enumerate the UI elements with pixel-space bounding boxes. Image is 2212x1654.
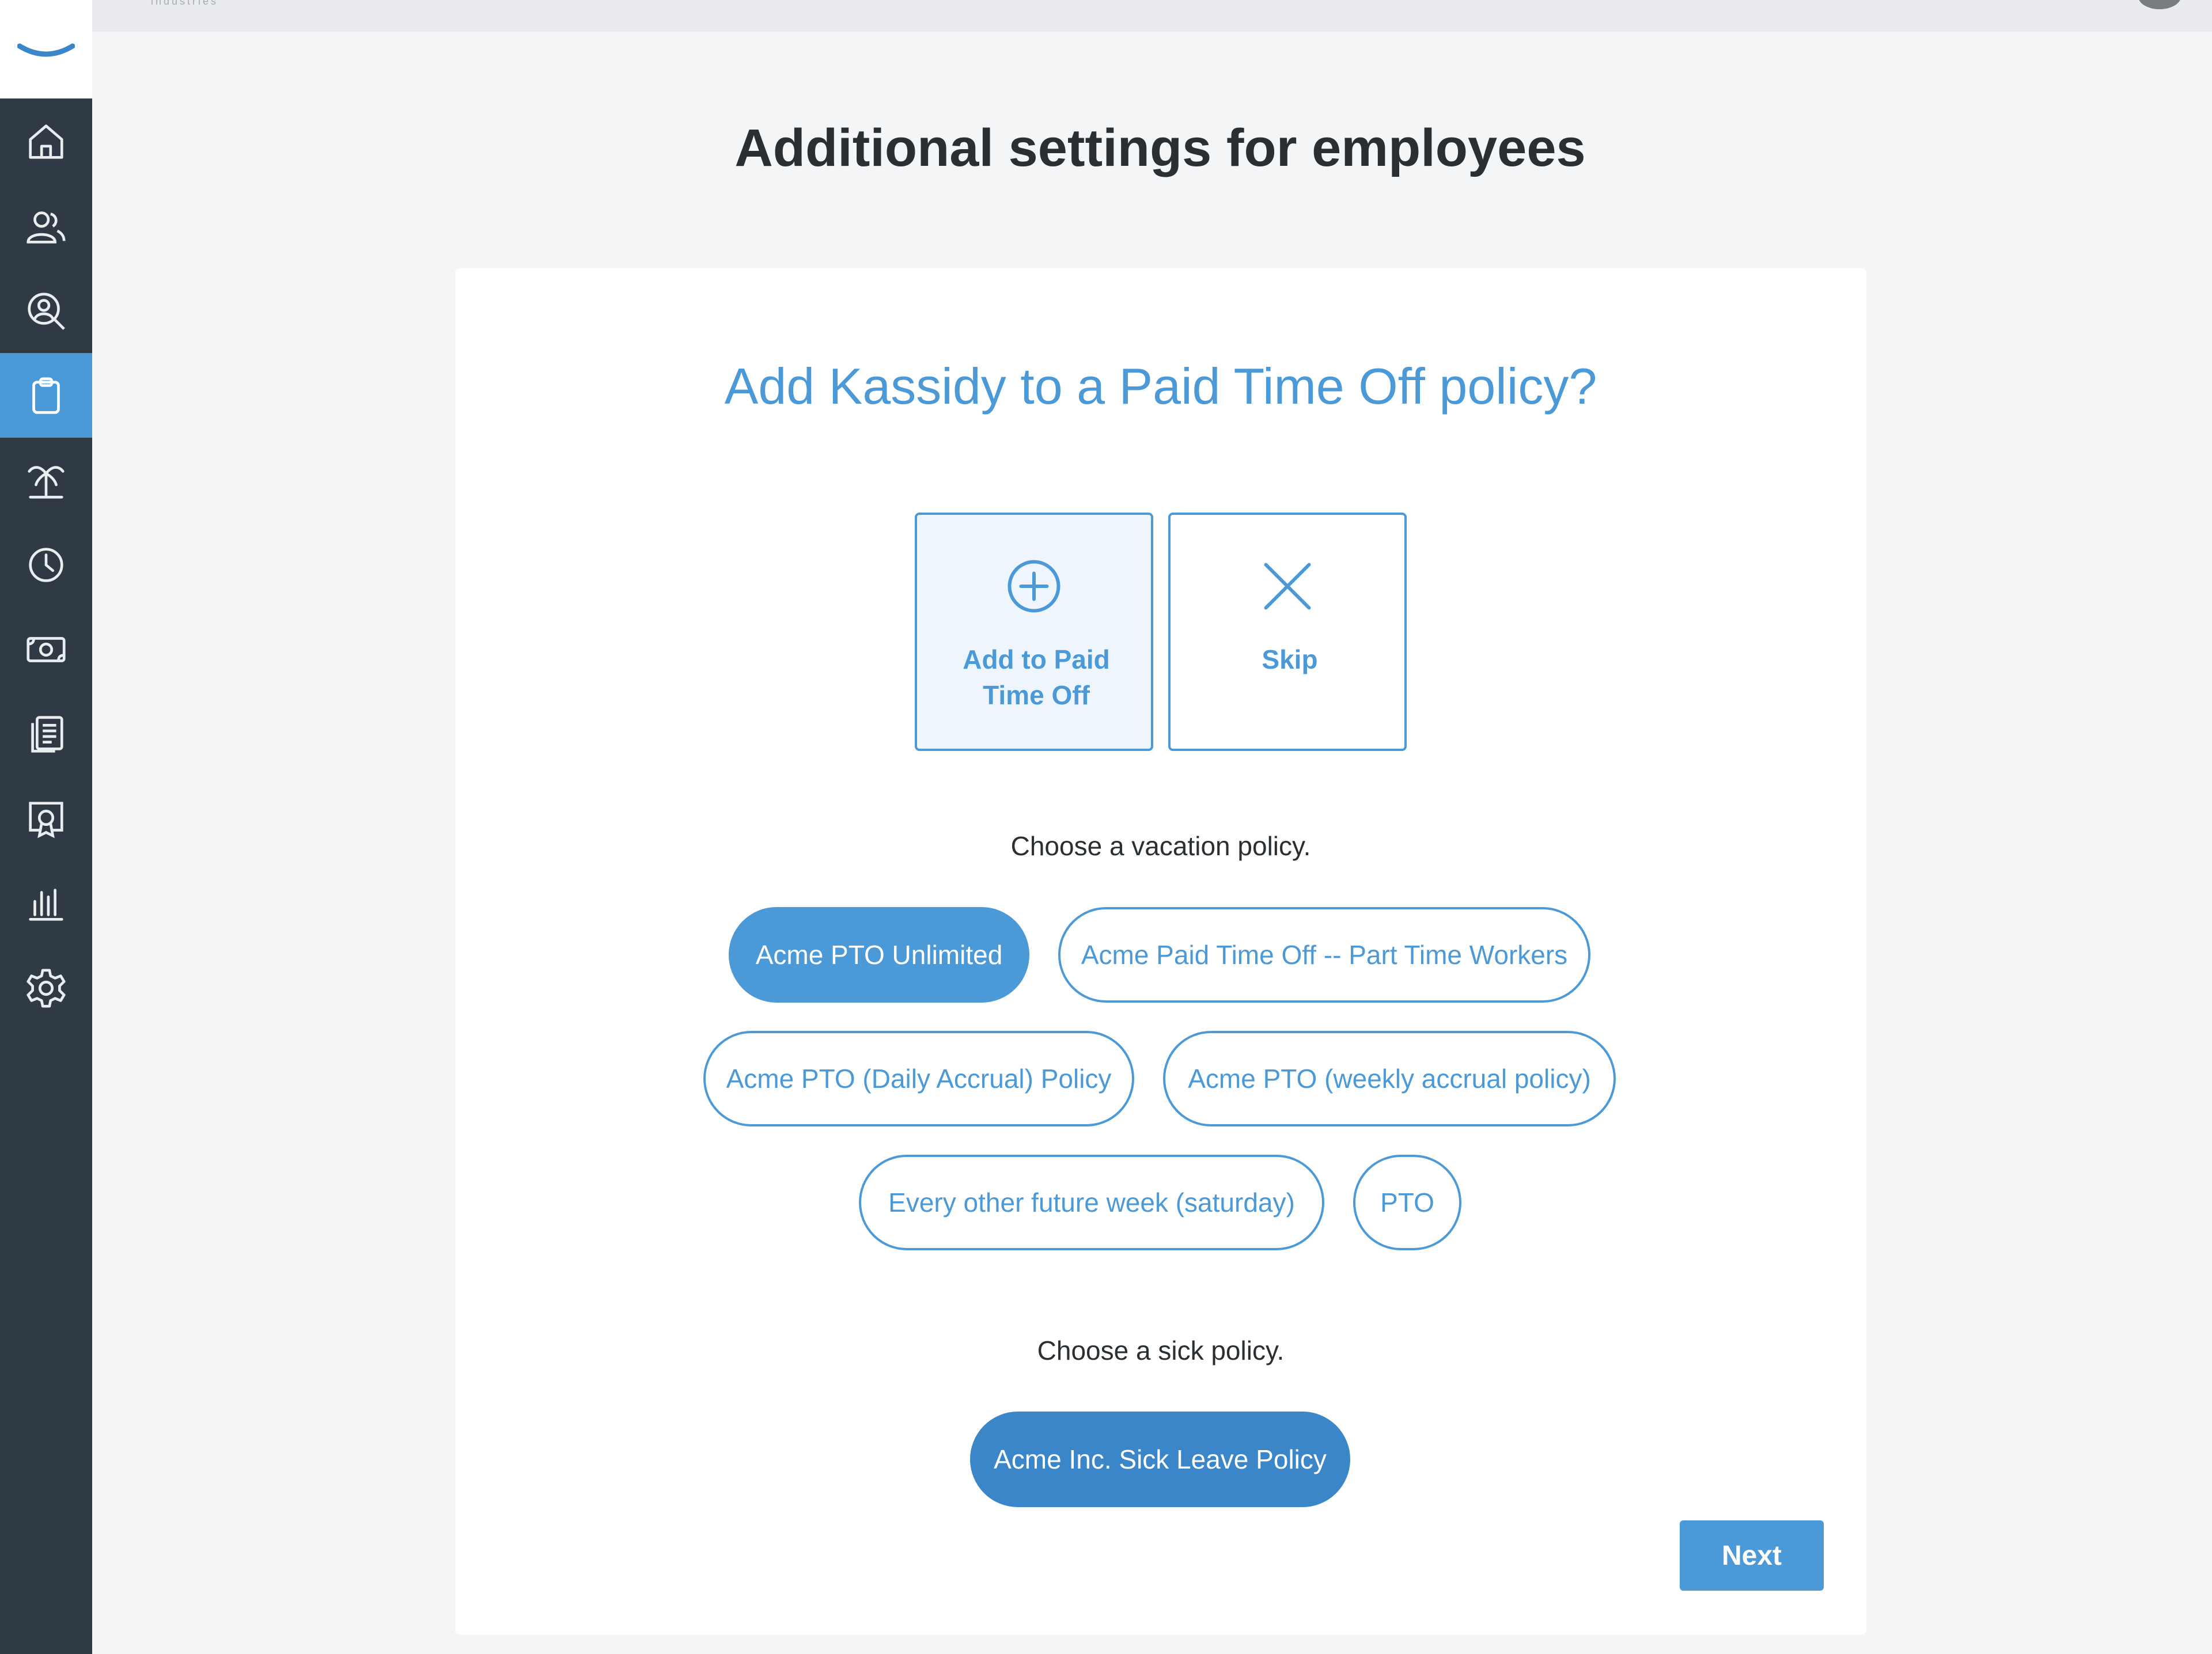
clock-icon xyxy=(29,547,63,582)
sick-policy-prompt: Choose a sick policy. xyxy=(1037,1336,1285,1365)
sidebar-item-settings[interactable] xyxy=(0,946,92,1030)
bar-chart-icon xyxy=(29,888,63,921)
skip-label: Skip xyxy=(1262,644,1318,674)
vacation-policy-option[interactable]: Acme PTO (weekly accrual policy) xyxy=(1163,1031,1616,1126)
sidebar-item-reports[interactable] xyxy=(0,861,92,946)
skip-button[interactable]: Skip xyxy=(1168,513,1407,751)
add-to-pto-button[interactable]: Add to Paid Time Off xyxy=(915,513,1153,751)
certificate-icon xyxy=(29,801,63,838)
close-icon xyxy=(1264,563,1311,610)
smile-logo-icon xyxy=(17,43,75,56)
vacation-policy-option[interactable]: PTO xyxy=(1353,1155,1461,1250)
vacation-policy-option[interactable]: Acme PTO Unlimited xyxy=(729,907,1029,1003)
next-button[interactable]: Next xyxy=(1680,1520,1824,1591)
sick-policy-option[interactable]: Acme Inc. Sick Leave Policy xyxy=(970,1412,1350,1507)
sidebar-item-people[interactable] xyxy=(0,184,92,268)
app-logo[interactable] xyxy=(0,0,92,98)
sidebar-item-time[interactable] xyxy=(0,522,92,607)
sidebar-item-clipboard[interactable] xyxy=(0,353,92,438)
sidebar-item-time-off[interactable] xyxy=(0,438,92,522)
vacation-policy-option[interactable]: Acme Paid Time Off -- Part Time Workers xyxy=(1058,907,1590,1003)
sidebar-item-certificates[interactable] xyxy=(0,776,92,861)
top-bar: industries xyxy=(92,0,2212,32)
vacation-policy-option[interactable]: Every other future week (saturday) xyxy=(859,1155,1324,1250)
clipboard-icon xyxy=(32,377,60,414)
plus-circle-icon xyxy=(1007,560,1060,613)
search-person-icon xyxy=(28,292,65,330)
sidebar-item-home[interactable] xyxy=(0,99,92,184)
sidebar-item-payroll[interactable] xyxy=(0,607,92,692)
people-icon xyxy=(26,211,66,244)
vacation-policy-prompt: Choose a vacation policy. xyxy=(1010,831,1311,861)
gear-icon xyxy=(26,968,66,1008)
brand-text: industries xyxy=(151,0,219,7)
add-to-pto-label: Add to Paid Time Off xyxy=(963,644,1110,710)
sidebar xyxy=(0,0,92,1654)
money-icon xyxy=(26,636,66,662)
vacation-policy-option[interactable]: Acme PTO (Daily Accrual) Policy xyxy=(703,1031,1134,1126)
pto-question: Add Kassidy to a Paid Time Off policy? xyxy=(724,358,1597,415)
home-icon xyxy=(29,124,63,159)
avatar[interactable] xyxy=(2138,0,2181,9)
sidebar-item-search-people[interactable] xyxy=(0,268,92,353)
pto-card: Add Kassidy to a Paid Time Off policy? A… xyxy=(455,268,1866,1634)
palm-tree-icon xyxy=(28,465,65,499)
documents-icon xyxy=(31,715,63,753)
page-title: Additional settings for employees xyxy=(734,119,1586,177)
sidebar-item-documents[interactable] xyxy=(0,692,92,776)
